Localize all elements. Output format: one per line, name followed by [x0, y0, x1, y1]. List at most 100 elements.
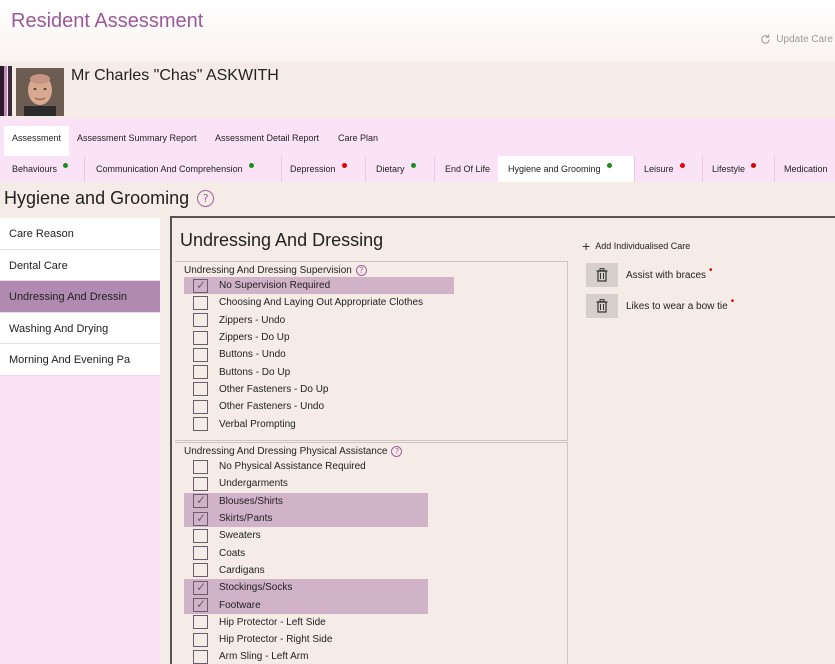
category-depression[interactable]: Depression	[280, 156, 366, 182]
tab-care-plan[interactable]: Care Plan	[330, 126, 386, 156]
supervision-heading-text: Undressing And Dressing Supervision	[184, 265, 352, 276]
physical-heading: Undressing And Dressing Physical Assista…	[175, 443, 567, 458]
status-dot	[63, 163, 69, 168]
category-lifestyle[interactable]: Lifestyle	[702, 156, 775, 182]
checkbox[interactable]	[193, 330, 208, 345]
sidebar-item-undressing-and-dressing[interactable]: Undressing And Dressin	[0, 281, 160, 313]
checkbox[interactable]	[193, 632, 208, 647]
checkbox-row[interactable]: Undergarments	[175, 475, 567, 492]
checkbox-row[interactable]: Other Fasteners - Do Up	[175, 381, 567, 398]
checkbox-row[interactable]: Stockings/Socks	[175, 579, 567, 597]
supervision-heading: Undressing And Dressing Supervision ?	[175, 262, 567, 277]
checkbox[interactable]	[193, 615, 208, 630]
content-title: Undressing And Dressing	[180, 230, 384, 250]
checkbox[interactable]	[193, 493, 208, 509]
update-care-label: Update Care	[776, 34, 833, 45]
checkbox[interactable]	[193, 476, 208, 491]
checkbox-row[interactable]: Footware	[175, 596, 567, 614]
checkbox-row[interactable]: Blouses/Shirts	[175, 492, 567, 510]
category-bar: Behaviours Communication And Comprehensi…	[0, 156, 835, 182]
category-label: Hygiene and Grooming	[508, 164, 601, 174]
checkbox[interactable]	[193, 563, 208, 578]
category-label: Communication And Comprehension	[96, 164, 243, 174]
sidebar-item-dental-care[interactable]: Dental Care	[0, 249, 160, 281]
trash-icon	[596, 299, 608, 313]
refresh-icon	[761, 34, 771, 44]
physical-heading-text: Undressing And Dressing Physical Assista…	[184, 446, 388, 457]
checkbox-row[interactable]: Choosing And Laying Out Appropriate Clot…	[175, 294, 567, 311]
category-label: End Of Life	[445, 164, 491, 174]
help-icon[interactable]: ?	[355, 265, 367, 276]
checkbox[interactable]	[193, 313, 208, 328]
checkbox-label: Skirts/Pants	[219, 513, 273, 525]
category-label: Lifestyle	[712, 164, 746, 174]
tab-assessment-detail-report[interactable]: Assessment Detail Report	[207, 126, 327, 156]
category-label: Leisure	[644, 164, 674, 174]
checkbox-label: Sweaters	[219, 530, 261, 542]
checkbox-row[interactable]: Coats	[175, 544, 567, 561]
accent-stripe	[8, 66, 12, 116]
status-dot	[679, 163, 685, 168]
category-communication[interactable]: Communication And Comprehension	[86, 156, 282, 182]
category-hygiene-and-grooming[interactable]: Hygiene and Grooming	[498, 156, 635, 182]
checkbox[interactable]	[193, 278, 208, 293]
checkbox-row[interactable]: Sweaters	[175, 527, 567, 544]
checkbox-row[interactable]: Cardigans	[175, 562, 567, 579]
category-dietary[interactable]: Dietary	[366, 156, 435, 182]
checkbox[interactable]	[193, 417, 208, 432]
checkbox-row[interactable]: No Physical Assistance Required	[175, 458, 567, 475]
checkbox-row[interactable]: Hip Protector - Left Side	[175, 614, 567, 631]
category-label: Depression	[290, 164, 336, 174]
tab-assessment[interactable]: Assessment	[4, 126, 70, 156]
checkbox-row[interactable]: Verbal Prompting	[175, 415, 567, 432]
sidebar-item-morning-and-evening[interactable]: Morning And Evening Pa	[0, 344, 160, 376]
checkbox-label: Hip Protector - Right Side	[219, 634, 333, 646]
checkbox[interactable]	[193, 347, 208, 362]
checkbox-row[interactable]: Buttons - Do Up	[175, 363, 567, 380]
help-icon[interactable]: ?	[197, 190, 215, 207]
add-individualised-care-button[interactable]: + Add Individualised Care	[582, 238, 690, 254]
checkbox-row[interactable]: Zippers - Do Up	[175, 329, 567, 346]
checkbox[interactable]	[193, 295, 208, 310]
checkbox[interactable]	[193, 365, 208, 380]
delete-button[interactable]	[586, 294, 618, 318]
help-icon[interactable]: ?	[391, 446, 403, 457]
checkbox[interactable]	[193, 649, 208, 664]
checkbox-label: Buttons - Do Up	[219, 366, 291, 378]
checkbox[interactable]	[193, 511, 208, 526]
checkbox-row[interactable]: Hip Protector - Right Side	[175, 631, 567, 648]
checkbox-label: Buttons - Undo	[219, 349, 286, 361]
checkbox[interactable]	[193, 399, 208, 414]
checkbox[interactable]	[193, 528, 208, 543]
tab-assessment-summary-report[interactable]: Assessment Summary Report	[69, 126, 205, 156]
checkbox-label: Blouses/Shirts	[219, 495, 283, 507]
status-dot	[341, 163, 347, 168]
checkbox[interactable]	[193, 580, 208, 595]
checkbox-row[interactable]: Other Fasteners - Undo	[175, 398, 567, 415]
care-item-label: Assist with braces	[626, 269, 707, 281]
sidebar-item-washing-and-drying[interactable]: Washing And Drying	[0, 312, 160, 344]
checkbox-row[interactable]: No Supervision Required	[175, 277, 567, 295]
supervision-panel: Undressing And Dressing Supervision ? No…	[175, 261, 568, 441]
status-dot	[751, 163, 757, 168]
checkbox[interactable]	[193, 382, 208, 397]
checkbox-label: Arm Sling - Left Arm	[219, 651, 309, 663]
sidebar-item-care-reason[interactable]: Care Reason	[0, 218, 160, 250]
status-dot	[606, 163, 612, 168]
category-label: Behaviours	[12, 164, 58, 174]
category-leisure[interactable]: Leisure	[634, 156, 703, 182]
required-marker: •	[709, 264, 713, 276]
checkbox-row[interactable]: Buttons - Undo	[175, 346, 567, 363]
update-care-button[interactable]: Update Care	[759, 33, 833, 46]
category-behaviours[interactable]: Behaviours	[2, 156, 85, 182]
delete-button[interactable]	[586, 263, 618, 287]
checkbox-row[interactable]: Skirts/Pants	[175, 509, 567, 528]
checkbox[interactable]	[193, 597, 208, 613]
checkbox[interactable]	[193, 459, 208, 474]
checkbox-row[interactable]: Arm Sling - Left Arm	[175, 648, 567, 664]
checkbox-row[interactable]: Zippers - Undo	[175, 312, 567, 329]
category-end-of-life[interactable]: End Of Life	[435, 156, 499, 182]
resident-photo	[16, 68, 64, 116]
checkbox[interactable]	[193, 546, 208, 561]
category-medication[interactable]: Medication	[774, 156, 835, 182]
